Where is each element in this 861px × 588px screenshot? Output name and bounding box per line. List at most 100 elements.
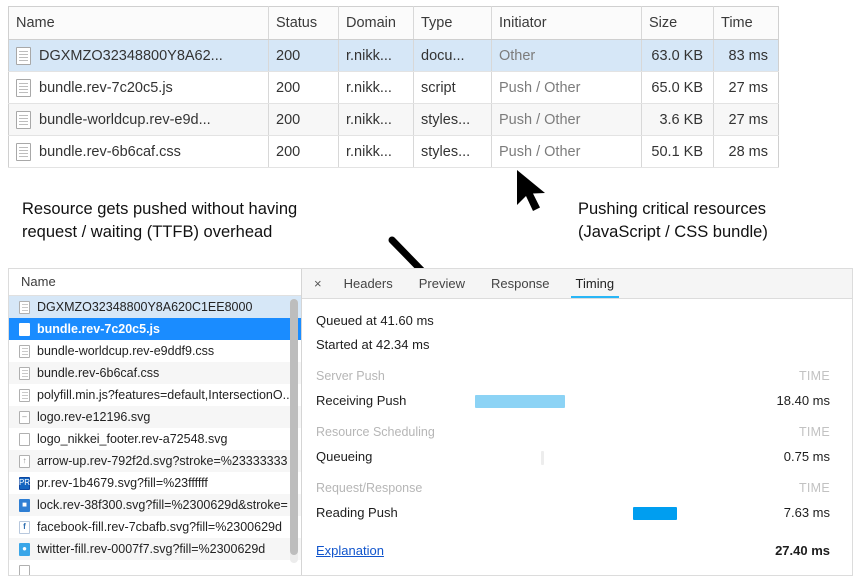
list-item[interactable]: ■ lock.rev-38f300.svg?fill=%2300629d&str… [9,494,301,516]
tab-headers[interactable]: Headers [331,269,406,298]
section-header-server-push: Server Push TIME [302,364,852,389]
explanation-row: Explanation 27.40 ms [302,539,852,563]
document-icon [16,143,31,161]
annotation-right-text: Pushing critical resources (JavaScript /… [578,198,858,244]
cell-name: bundle.rev-7c20c5.js [9,72,269,104]
list-item[interactable]: f facebook-fill.rev-7cbafb.svg?fill=%230… [9,516,301,538]
document-icon [19,389,30,402]
section-header-resource-scheduling: Resource Scheduling TIME [302,420,852,445]
blank-image-icon [19,433,30,446]
column-header-domain[interactable]: Domain [339,7,414,40]
lock-image-icon: ■ [19,499,30,512]
list-item[interactable]: DGXMZO32348800Y8A620C1EE8000 [9,296,301,318]
cell-size: 50.1 KB [642,136,714,168]
cell-initiator: Push / Other [492,136,642,168]
file-list-column-header-name[interactable]: Name [9,269,301,296]
cell-size: 63.0 KB [642,40,714,72]
network-requests-table: Name Status Domain Type Initiator Size T… [8,6,779,168]
tab-preview[interactable]: Preview [406,269,478,298]
cell-time: 83 ms [714,40,779,72]
list-scrollbar[interactable] [290,299,298,563]
list-item[interactable]: bundle.rev-6b6caf.css [9,362,301,384]
arrow-up-image-icon: ↑ [19,455,30,468]
section-title: Request/Response [316,481,422,495]
timing-row-label: Reading Push [316,505,398,520]
cell-initiator: Push / Other [492,104,642,136]
list-item[interactable]: PR pr.rev-1b4679.svg?fill=%23ffffff [9,472,301,494]
detail-tabbar: × Headers Preview Response Timing [302,269,852,299]
request-list: Name DGXMZO32348800Y8A620C1EE8000 bundle… [9,269,302,575]
document-icon [19,345,30,358]
timing-row-reading-push: Reading Push 7.63 ms [302,501,852,525]
list-item[interactable] [9,560,301,575]
list-item[interactable]: logo_nikkei_footer.rev-a72548.svg [9,428,301,450]
reading-push-bar [633,507,677,520]
column-header-time[interactable]: Time [714,7,779,40]
document-icon [16,79,31,97]
document-icon [16,111,31,129]
cell-type: styles... [414,104,492,136]
column-header-status[interactable]: Status [269,7,339,40]
annotation-left-text: Resource gets pushed without having requ… [22,198,422,244]
list-item[interactable]: ● twitter-fill.rev-0007f7.svg?fill=%2300… [9,538,301,560]
column-header-name[interactable]: Name [9,7,269,40]
list-item[interactable]: – logo.rev-e12196.svg [9,406,301,428]
list-item[interactable]: bundle-worldcup.rev-e9ddf9.css [9,340,301,362]
cell-domain: r.nikk... [339,104,414,136]
cell-time: 27 ms [714,104,779,136]
timing-row-time: 0.75 ms [722,445,852,469]
cell-domain: r.nikk... [339,40,414,72]
cell-size: 3.6 KB [642,104,714,136]
document-icon [16,47,31,65]
timing-row-label: Receiving Push [316,393,406,408]
cell-size: 65.0 KB [642,72,714,104]
started-at-label: Started at 42.34 ms [316,337,429,352]
timing-row-time: 18.40 ms [722,389,852,413]
cell-type: script [414,72,492,104]
queued-at-label: Queued at 41.60 ms [316,313,434,328]
facebook-icon: f [19,521,30,534]
time-column-header: TIME [722,420,852,445]
list-item[interactable]: ↑ arrow-up.rev-792f2d.svg?stroke=%233333… [9,450,301,472]
explanation-link[interactable]: Explanation [316,543,384,558]
timing-row-receiving-push: Receiving Push 18.40 ms [302,389,852,413]
table-row[interactable]: bundle.rev-7c20c5.js 200 r.nikk... scrip… [9,72,779,104]
receiving-push-bar [475,395,565,408]
table-row[interactable]: bundle-worldcup.rev-e9d... 200 r.nikk...… [9,104,779,136]
started-at-row: Started at 42.34 ms [302,333,852,357]
tab-timing[interactable]: Timing [563,269,628,298]
cell-initiator: Push / Other [492,72,642,104]
cell-name: bundle.rev-6b6caf.css [9,136,269,168]
cell-domain: r.nikk... [339,136,414,168]
cell-status: 200 [269,40,339,72]
cell-type: docu... [414,40,492,72]
devtools-network-panel: Name DGXMZO32348800Y8A620C1EE8000 bundle… [8,268,853,576]
time-column-header: TIME [722,476,852,501]
column-header-initiator[interactable]: Initiator [492,7,642,40]
timing-row-time: 7.63 ms [722,501,852,525]
cell-status: 200 [269,72,339,104]
queueing-bar [541,451,544,465]
twitter-icon: ● [19,543,30,556]
table-row[interactable]: DGXMZO32348800Y8A62... 200 r.nikk... doc… [9,40,779,72]
pr-image-icon: PR [19,477,30,490]
cell-status: 200 [269,104,339,136]
section-title: Resource Scheduling [316,425,435,439]
column-header-size[interactable]: Size [642,7,714,40]
timing-content: Queued at 41.60 ms Started at 42.34 ms S… [302,299,852,563]
cell-time: 28 ms [714,136,779,168]
close-icon[interactable]: × [306,269,331,298]
section-title: Server Push [316,369,385,383]
column-header-type[interactable]: Type [414,7,492,40]
time-column-header: TIME [722,364,852,389]
list-item[interactable]: bundle.rev-7c20c5.js [9,318,301,340]
section-header-request-response: Request/Response TIME [302,476,852,501]
document-icon [19,323,30,336]
table-row[interactable]: bundle.rev-6b6caf.css 200 r.nikk... styl… [9,136,779,168]
table-header-row: Name Status Domain Type Initiator Size T… [9,7,779,40]
tab-response[interactable]: Response [478,269,563,298]
request-detail-pane: × Headers Preview Response Timing Queued… [302,269,852,575]
cell-type: styles... [414,136,492,168]
cell-domain: r.nikk... [339,72,414,104]
list-item[interactable]: polyfill.min.js?features=default,Interse… [9,384,301,406]
